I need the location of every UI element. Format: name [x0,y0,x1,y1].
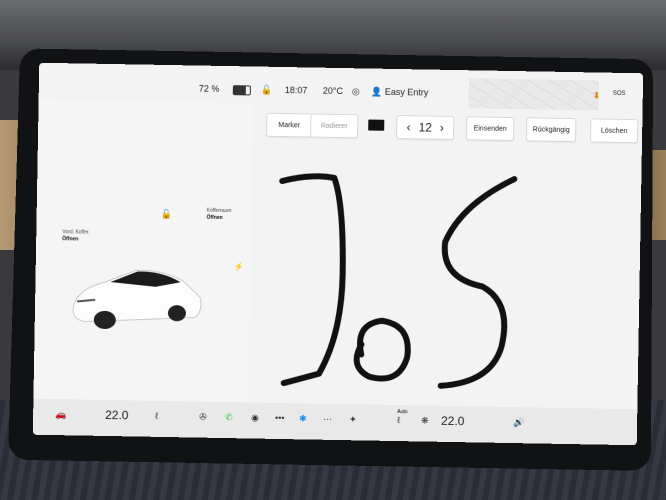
car-image [72,269,202,329]
seat-passenger-icon[interactable]: ℓ [397,415,400,425]
trunk-control[interactable]: Kofferraum Öffnen [207,208,232,222]
bluetooth-icon[interactable]: ✱ [299,413,307,424]
size-stepper[interactable]: ‹ 12 › [396,114,455,141]
charge-port-icon[interactable]: ⚡ [234,262,244,271]
ink-stroke-s [437,176,518,389]
submit-button[interactable]: Einsenden [466,116,515,142]
passenger-temperature[interactable]: 22.0 [441,414,465,428]
undo-button[interactable]: Rückgängig [525,117,577,143]
trunk-label: Kofferraum [206,207,232,215]
trunk-open[interactable]: Öffnen [207,215,232,222]
frunk-label: Vord. Koffer. [62,229,90,236]
camera-icon[interactable]: ◎ [352,86,360,97]
unlock-icon[interactable]: 🔓 [261,85,272,96]
ink-stroke-j [279,173,346,387]
apps-icon[interactable]: ••• [275,413,285,423]
outside-temperature: 20°C [322,85,344,97]
toybox-icon[interactable]: ✦ [349,414,357,425]
lock-icon[interactable]: 🔓 [161,209,172,220]
size-value: 12 [418,120,433,135]
battery-percent: 72 % [198,83,220,94]
touchscreen: 72 % 🔓 18:07 20°C ◎ 👤 Easy Entry ⬇ SOS V… [32,62,644,446]
frunk-open[interactable]: Öffnen [62,236,90,243]
driver-profile[interactable]: Easy Entry [385,87,429,98]
driver-temperature[interactable]: 22.0 [105,408,129,422]
frunk-control[interactable]: Vord. Koffer. Öffnen [62,229,90,243]
decrease-icon[interactable]: ‹ [406,120,410,134]
profile-icon[interactable]: 👤 [371,87,382,98]
marker-button[interactable]: Marker [266,112,313,138]
fan-icon[interactable]: ✇ [199,412,207,423]
eraser-button[interactable]: Radierer [310,113,359,139]
drawing-canvas[interactable] [248,142,641,409]
increase-icon[interactable]: › [440,121,444,135]
sos-button[interactable]: SOS [613,91,626,97]
volume-icon[interactable]: 🔊 [513,417,524,428]
battery-icon [232,85,251,96]
color-swatch[interactable] [368,119,385,131]
download-icon[interactable]: ⬇ [593,90,601,101]
clock: 18:07 [284,85,308,96]
car-menu-icon[interactable]: 🚗 [55,409,66,420]
vehicle-panel: Vord. Koffer. Öffnen Kofferraum Öffnen 🔓… [33,98,254,403]
more-icon[interactable]: ⋯ [323,414,332,425]
delete-button[interactable]: Löschen [589,118,639,144]
camera-app-icon[interactable]: ◉ [251,413,259,424]
defrost-icon[interactable]: ❋ [421,415,429,426]
seat-heater-icon[interactable]: ℓ [155,411,158,421]
ink-stroke-o [353,317,411,382]
phone-icon[interactable]: ✆ [225,412,233,423]
